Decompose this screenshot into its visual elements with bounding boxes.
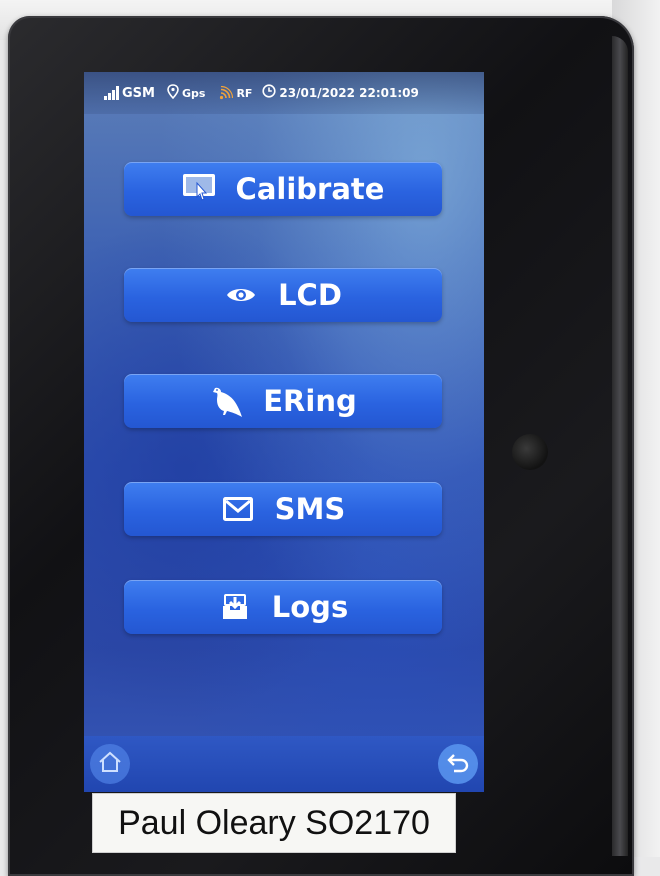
calibrate-button[interactable]: Calibrate xyxy=(124,162,442,216)
bottom-nav-bar xyxy=(84,736,484,792)
datetime-status: 23/01/2022 22:01:09 xyxy=(262,84,419,102)
gps-label: Gps xyxy=(181,86,206,100)
location-pin-icon xyxy=(167,83,179,103)
rf-status: RF xyxy=(219,86,252,100)
clock-icon xyxy=(262,84,277,102)
device-edge xyxy=(612,36,628,856)
eye-icon xyxy=(224,278,258,312)
calibrate-label: Calibrate xyxy=(235,172,385,206)
pigeon-icon xyxy=(209,384,243,418)
signal-bars-icon xyxy=(104,86,119,100)
gsm-label: GSM xyxy=(122,85,155,101)
lcd-label: LCD xyxy=(278,278,342,312)
gps-status: Gps xyxy=(167,83,206,103)
logs-label: Logs xyxy=(271,590,349,624)
back-button[interactable] xyxy=(438,744,478,784)
name-sticker: Paul Oleary SO2170 xyxy=(92,793,456,853)
calibrate-icon xyxy=(182,172,216,206)
ering-button[interactable]: ERing xyxy=(124,374,442,428)
envelope-icon xyxy=(221,492,255,526)
datetime-label: 23/01/2022 22:01:09 xyxy=(279,86,419,100)
lcd-button[interactable]: LCD xyxy=(124,268,442,322)
logs-download-icon xyxy=(218,590,252,624)
home-button[interactable] xyxy=(90,744,130,784)
sms-button[interactable]: SMS xyxy=(124,482,442,536)
back-arrow-icon xyxy=(446,751,470,777)
rf-label: RF xyxy=(236,86,253,100)
gsm-status: GSM xyxy=(104,86,155,101)
ering-label: ERing xyxy=(263,384,357,418)
sms-label: SMS xyxy=(274,492,346,526)
touch-screen: GSM Gps RF 23/01/2022 22:01:09 Calibrate… xyxy=(84,72,484,792)
device-camera xyxy=(512,434,548,470)
logs-button[interactable]: Logs xyxy=(124,580,442,634)
home-icon xyxy=(98,751,122,777)
rf-signal-icon xyxy=(219,86,234,100)
status-bar: GSM Gps RF 23/01/2022 22:01:09 xyxy=(84,72,484,114)
